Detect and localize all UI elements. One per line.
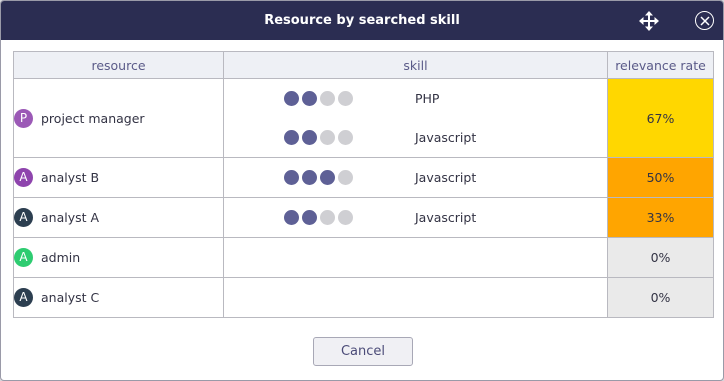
resource-info: Pproject manager	[14, 108, 223, 128]
resource-cell: Aadmin	[13, 237, 224, 278]
skill-cell	[223, 277, 608, 318]
skill-entry: Javascript	[224, 198, 607, 237]
column-header-skill[interactable]: skill	[223, 51, 608, 79]
dialog-title: Resource by searched skill	[264, 13, 460, 28]
resource-cell: Pproject manager	[13, 78, 224, 158]
table-row[interactable]: Aanalyst A Javascript 33%	[13, 197, 714, 238]
skill-cell: PHP Javascript	[223, 78, 608, 158]
relevance-rate-cell: 0%	[607, 277, 714, 318]
close-circle-icon[interactable]	[695, 11, 714, 30]
skill-name: Javascript	[415, 169, 477, 185]
resource-info: Aadmin	[14, 248, 223, 267]
skill-name: PHP	[415, 90, 440, 106]
empty-level-dot	[338, 90, 353, 106]
relevance-rate-cell: 67%	[607, 78, 714, 158]
resource-dialog: Resource by searched skill resource skil…	[0, 0, 724, 381]
table-row[interactable]: Aanalyst B Javascript 50%	[13, 157, 714, 198]
move-arrows-icon[interactable]	[638, 10, 660, 32]
avatar: A	[14, 248, 33, 267]
skill-level-rating	[284, 209, 356, 225]
relevance-rate-cell: 50%	[607, 157, 714, 198]
skill-level-rating	[284, 129, 356, 145]
filled-level-dot	[284, 129, 299, 145]
resource-info: Aanalyst A	[14, 208, 223, 227]
skill-entry: Javascript	[224, 158, 607, 197]
relevance-rate-cell: 0%	[607, 237, 714, 278]
empty-level-dot	[338, 169, 353, 185]
skill-name: Javascript	[415, 129, 477, 145]
relevance-rate-cell: 33%	[607, 197, 714, 238]
filled-level-dot	[284, 90, 299, 106]
resource-info: Aanalyst C	[14, 288, 223, 307]
empty-level-dot	[338, 129, 353, 145]
dialog-titlebar[interactable]: Resource by searched skill	[1, 1, 723, 40]
filled-level-dot	[284, 169, 299, 185]
skill-entry: Javascript	[224, 118, 607, 157]
table-row[interactable]: Aanalyst C 0%	[13, 277, 714, 318]
column-header-resource[interactable]: resource	[13, 51, 224, 79]
column-header-relevance-rate[interactable]: relevance rate	[607, 51, 714, 79]
resource-cell: Aanalyst A	[13, 197, 224, 238]
resource-table: resource skill relevance rate Pproject m…	[13, 51, 714, 318]
skill-name: Javascript	[415, 209, 477, 225]
resource-cell: Aanalyst C	[13, 277, 224, 318]
skill-cell: Javascript	[223, 197, 608, 238]
skill-cell: Javascript	[223, 157, 608, 198]
avatar: P	[14, 108, 33, 128]
filled-level-dot	[302, 169, 317, 185]
empty-level-dot	[320, 90, 335, 106]
skill-cell	[223, 237, 608, 278]
resource-name: admin	[41, 250, 81, 265]
skill-level-rating	[284, 169, 356, 185]
filled-level-dot	[320, 169, 335, 185]
resource-name: analyst A	[41, 210, 100, 225]
skill-level-rating	[284, 90, 356, 106]
empty-level-dot	[320, 209, 335, 225]
resource-cell: Aanalyst B	[13, 157, 224, 198]
resource-name: analyst C	[41, 290, 100, 305]
filled-level-dot	[284, 209, 299, 225]
resource-info: Aanalyst B	[14, 168, 223, 187]
resource-name: analyst B	[41, 170, 100, 185]
avatar: A	[14, 208, 33, 227]
skill-entry: PHP	[224, 79, 607, 118]
cancel-button[interactable]: Cancel	[313, 337, 413, 366]
empty-level-dot	[320, 129, 335, 145]
avatar: A	[14, 168, 33, 187]
filled-level-dot	[302, 129, 317, 145]
filled-level-dot	[302, 90, 317, 106]
filled-level-dot	[302, 209, 317, 225]
resource-name: project manager	[41, 110, 145, 126]
table-header-row: resource skill relevance rate	[13, 51, 714, 79]
avatar: A	[14, 288, 33, 307]
table-row[interactable]: Aadmin 0%	[13, 237, 714, 278]
table-row[interactable]: Pproject manager PHP Javascript 67%	[13, 78, 714, 158]
empty-level-dot	[338, 209, 353, 225]
